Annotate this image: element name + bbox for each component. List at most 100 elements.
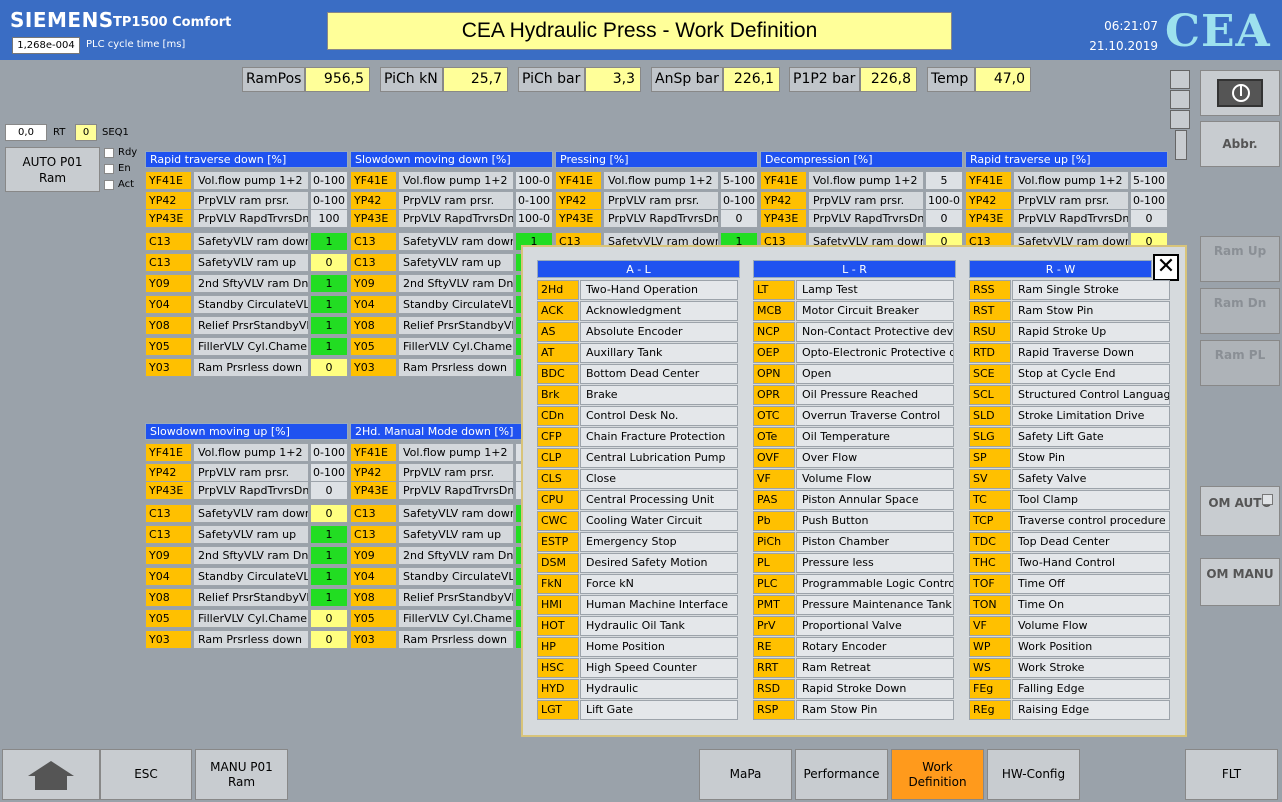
work-definition-button[interactable]: Work Definition: [891, 749, 984, 800]
valve-code: Y08: [350, 316, 397, 335]
valve-description: 2nd SftyVLV ram DnUp: [193, 274, 309, 293]
screen-select-2[interactable]: [1170, 90, 1190, 109]
valve-description: Relief PrsrStandbyVLV: [193, 588, 309, 607]
panel-title: Slowdown moving down [%]: [350, 151, 553, 168]
valve-value[interactable]: 0: [720, 209, 758, 228]
valve-value[interactable]: 0: [1130, 209, 1168, 228]
glossary-abbreviation: NCP: [753, 322, 795, 342]
glossary-abbreviation: SCE: [969, 364, 1011, 384]
manu-p01-ram-button[interactable]: MANU P01 Ram: [195, 749, 288, 800]
close-button[interactable]: ✕: [1153, 254, 1179, 281]
valve-description: PrpVLV ram prsr.: [808, 191, 924, 210]
valve-value[interactable]: 0-100: [310, 463, 348, 482]
ram-dn-label: Ram Dn: [1213, 296, 1267, 310]
valve-code: C13: [145, 504, 192, 523]
valve-value[interactable]: 5-100: [720, 171, 758, 190]
manu-line1: MANU P01: [210, 759, 273, 774]
glossary-abbreviation: LT: [753, 280, 795, 300]
ram-pl-button[interactable]: Ram PL: [1200, 340, 1280, 386]
valve-code: YP42: [145, 191, 192, 210]
valve-value[interactable]: 0: [925, 209, 963, 228]
valve-value[interactable]: 0-100: [720, 191, 758, 210]
glossary-description: Brake: [580, 385, 738, 405]
valve-value[interactable]: 0: [310, 504, 348, 523]
valve-value[interactable]: 100-0: [515, 209, 553, 228]
valve-value[interactable]: 100: [310, 209, 348, 228]
glossary-abbreviation: OTC: [753, 406, 795, 426]
screen-select-1[interactable]: [1170, 70, 1190, 89]
valve-description: FillerVLV Cyl.Chamer: [398, 609, 514, 628]
valve-value[interactable]: 1: [310, 316, 348, 335]
valve-value[interactable]: 0: [310, 630, 348, 649]
valve-description: SafetyVLV ram up: [193, 253, 309, 272]
auto-p01-ram-button[interactable]: AUTO P01 Ram: [5, 147, 100, 192]
valve-value[interactable]: 1: [310, 546, 348, 565]
plc-cycle-value: 1,268e-004: [12, 37, 80, 54]
valve-value[interactable]: 0-100: [310, 171, 348, 190]
glossary-description: Rapid Stroke Up: [1012, 322, 1170, 342]
valve-value[interactable]: 1: [310, 337, 348, 356]
valve-value[interactable]: 0-100: [515, 191, 553, 210]
valve-value[interactable]: 100-0: [515, 171, 553, 190]
esc-button[interactable]: ESC: [100, 749, 192, 800]
valve-value[interactable]: 0: [310, 609, 348, 628]
glossary-description: Time Off: [1012, 574, 1170, 594]
valve-description: 2nd SftyVLV ram DnUp: [398, 546, 514, 565]
home-button[interactable]: [2, 749, 100, 800]
valve-value[interactable]: 0-100: [310, 191, 348, 210]
performance-button[interactable]: Performance: [795, 749, 888, 800]
valve-value[interactable]: 0: [310, 253, 348, 272]
valve-code: YP42: [350, 191, 397, 210]
abbr-button[interactable]: Abbr.: [1200, 121, 1280, 167]
glossary-header-r-w: R - W: [969, 260, 1152, 278]
valve-description: Relief PrsrStandbyVLV: [398, 316, 514, 335]
ram-up-button[interactable]: Ram Up: [1200, 236, 1280, 282]
valve-value[interactable]: 5-100: [1130, 171, 1168, 190]
power-button[interactable]: [1200, 70, 1280, 116]
glossary-description: Hydraulic Oil Tank: [580, 616, 738, 636]
valve-value[interactable]: 1: [310, 274, 348, 293]
valve-code: C13: [145, 525, 192, 544]
valve-code: Y09: [145, 546, 192, 565]
scrollbar[interactable]: [1175, 130, 1187, 160]
mapa-button[interactable]: MaPa: [699, 749, 792, 800]
glossary-description: Non-Contact Protective device: [796, 322, 954, 342]
clock: 06:21:07 21.10.2019: [1060, 16, 1158, 56]
glossary-abbreviation: TOF: [969, 574, 1011, 594]
valve-code: Y05: [350, 337, 397, 356]
valve-value[interactable]: 5: [925, 171, 963, 190]
abbreviation-popup: A - L L - R R - W ✕ 2Hd Two-Hand Operatio…: [521, 245, 1187, 737]
ram-dn-button[interactable]: Ram Dn: [1200, 288, 1280, 334]
valve-value[interactable]: 0-100: [1130, 191, 1168, 210]
panel-title: Pressing [%]: [555, 151, 758, 168]
glossary-description: Top Dead Center: [1012, 532, 1170, 552]
valve-value[interactable]: 1: [310, 567, 348, 586]
valve-value[interactable]: 1: [310, 525, 348, 544]
valve-value[interactable]: 100-0: [925, 191, 963, 210]
valve-value[interactable]: 0-100: [310, 443, 348, 462]
glossary-description: Central Processing Unit: [580, 490, 738, 510]
glossary-description: Bottom Dead Center: [580, 364, 738, 384]
glossary-abbreviation: Brk: [537, 385, 579, 405]
glossary-description: Auxillary Tank: [580, 343, 738, 363]
time-display: 06:21:07: [1104, 19, 1158, 33]
readout-value: 226,1: [723, 67, 780, 92]
valve-value[interactable]: 0: [310, 481, 348, 500]
valve-value[interactable]: 1: [310, 232, 348, 251]
valve-description: SafetyVLV ram down: [193, 504, 309, 523]
glossary-description: Rotary Encoder: [796, 637, 954, 657]
hw-config-button[interactable]: HW-Config: [987, 749, 1080, 800]
valve-value[interactable]: 1: [310, 295, 348, 314]
om-manu-button[interactable]: OM MANU: [1200, 558, 1280, 606]
valve-value[interactable]: 0: [310, 358, 348, 377]
valve-value[interactable]: 1: [310, 588, 348, 607]
valve-code: C13: [350, 504, 397, 523]
valve-code: YP43E: [350, 209, 397, 228]
glossary-description: Work Position: [1012, 637, 1170, 657]
flt-button[interactable]: FLT: [1185, 749, 1278, 800]
screen-select-3[interactable]: [1170, 110, 1190, 129]
glossary-abbreviation: SLD: [969, 406, 1011, 426]
valve-code: Y04: [350, 567, 397, 586]
glossary-description: Ram Stow Pin: [1012, 301, 1170, 321]
valve-code: C13: [350, 525, 397, 544]
